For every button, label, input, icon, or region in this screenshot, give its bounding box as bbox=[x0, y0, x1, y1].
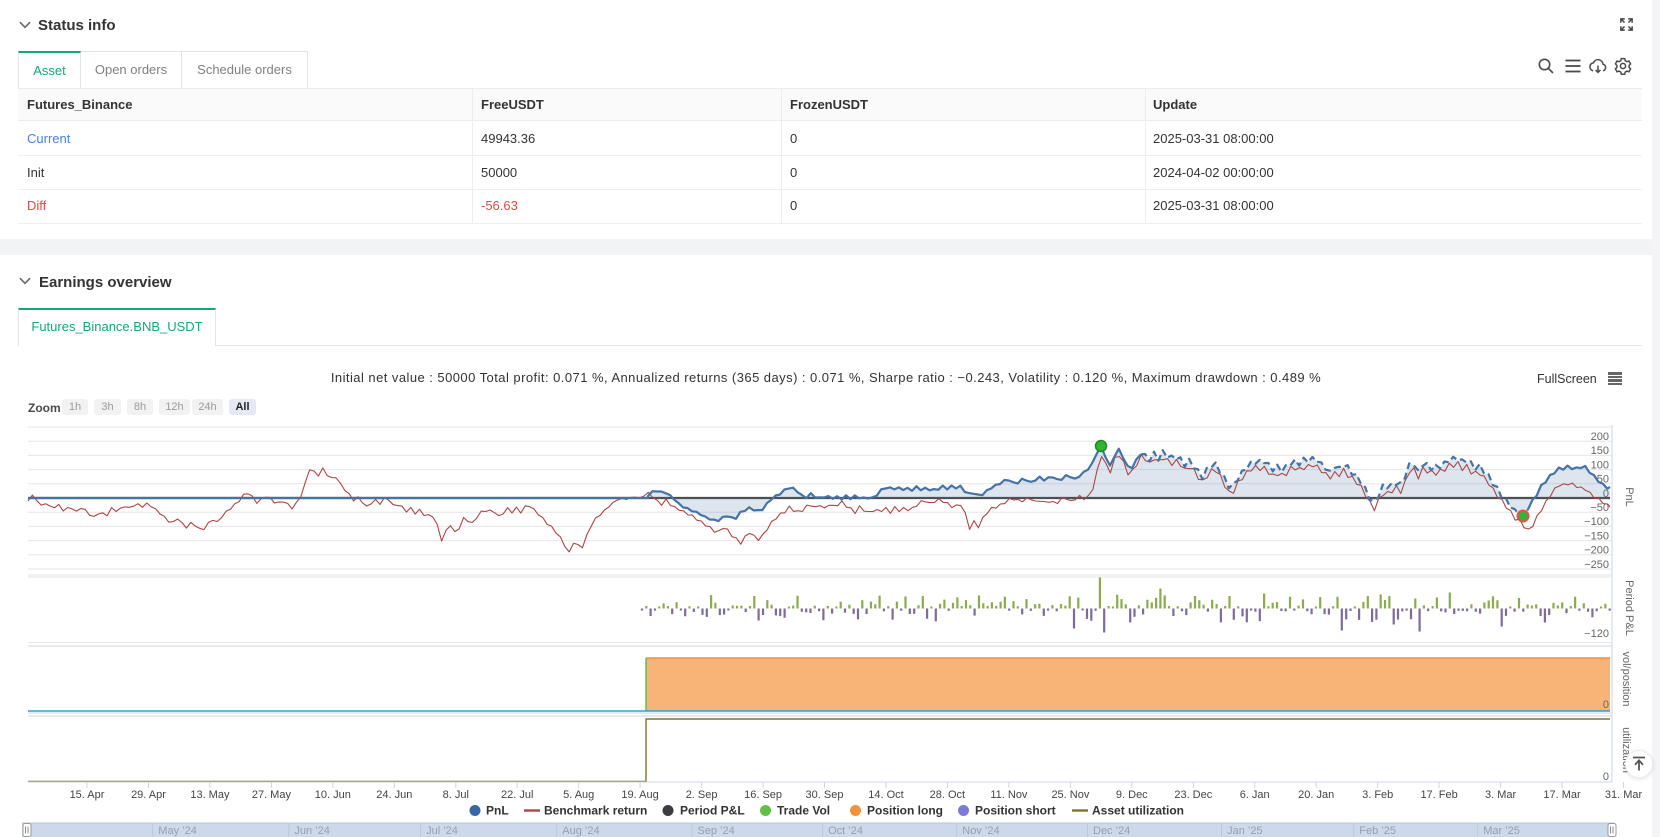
svg-text:Jul ’24: Jul ’24 bbox=[426, 825, 458, 837]
svg-text:−200: −200 bbox=[1584, 545, 1609, 557]
svg-text:5. Aug: 5. Aug bbox=[563, 789, 594, 801]
svg-text:24. Jun: 24. Jun bbox=[376, 789, 412, 801]
svg-text:20. Jan: 20. Jan bbox=[1298, 789, 1334, 801]
svg-text:17. Feb: 17. Feb bbox=[1420, 789, 1457, 801]
svg-text:28. Oct: 28. Oct bbox=[930, 789, 965, 801]
svg-text:14. Oct: 14. Oct bbox=[868, 789, 903, 801]
svg-text:Jan ’25: Jan ’25 bbox=[1227, 825, 1262, 837]
svg-text:3. Mar: 3. Mar bbox=[1485, 789, 1517, 801]
svg-text:Dec ’24: Dec ’24 bbox=[1093, 825, 1130, 837]
svg-text:Position short: Position short bbox=[975, 804, 1056, 818]
svg-text:Period P&L: Period P&L bbox=[680, 804, 745, 818]
svg-text:May ’24: May ’24 bbox=[158, 825, 197, 837]
svg-text:16. Sep: 16. Sep bbox=[744, 789, 782, 801]
svg-text:Mar ’25: Mar ’25 bbox=[1483, 825, 1520, 837]
svg-text:−250: −250 bbox=[1584, 559, 1609, 571]
svg-text:Asset utilization: Asset utilization bbox=[1092, 804, 1184, 818]
svg-text:3. Feb: 3. Feb bbox=[1362, 789, 1393, 801]
svg-text:2. Sep: 2. Sep bbox=[686, 789, 718, 801]
svg-text:0: 0 bbox=[1603, 771, 1609, 783]
svg-text:PnL: PnL bbox=[486, 804, 509, 818]
svg-text:Feb ’25: Feb ’25 bbox=[1359, 825, 1396, 837]
svg-text:100: 100 bbox=[1591, 459, 1609, 471]
svg-text:27. May: 27. May bbox=[252, 789, 292, 801]
svg-text:29. Apr: 29. Apr bbox=[131, 789, 166, 801]
svg-text:30. Sep: 30. Sep bbox=[806, 789, 844, 801]
svg-text:13. May: 13. May bbox=[190, 789, 230, 801]
svg-text:−100: −100 bbox=[1584, 516, 1609, 528]
svg-text:vol/position: vol/position bbox=[1620, 651, 1632, 706]
svg-text:8. Jul: 8. Jul bbox=[443, 789, 469, 801]
svg-text:Trade Vol: Trade Vol bbox=[777, 804, 830, 818]
svg-text:200: 200 bbox=[1591, 431, 1609, 443]
svg-text:6. Jan: 6. Jan bbox=[1240, 789, 1270, 801]
svg-text:17. Mar: 17. Mar bbox=[1543, 789, 1581, 801]
svg-text:Oct ’24: Oct ’24 bbox=[828, 825, 863, 837]
svg-text:25. Nov: 25. Nov bbox=[1051, 789, 1089, 801]
svg-text:19. Aug: 19. Aug bbox=[621, 789, 658, 801]
svg-text:Period P&L: Period P&L bbox=[1623, 580, 1635, 636]
svg-text:−150: −150 bbox=[1584, 530, 1609, 542]
svg-text:Nov ’24: Nov ’24 bbox=[962, 825, 999, 837]
svg-text:Sep ’24: Sep ’24 bbox=[697, 825, 734, 837]
svg-text:Jun ’24: Jun ’24 bbox=[294, 825, 329, 837]
svg-text:11. Nov: 11. Nov bbox=[990, 789, 1028, 801]
svg-text:9. Dec: 9. Dec bbox=[1116, 789, 1148, 801]
svg-text:15. Apr: 15. Apr bbox=[70, 789, 105, 801]
svg-text:Benchmark return: Benchmark return bbox=[544, 804, 647, 818]
svg-text:23. Dec: 23. Dec bbox=[1174, 789, 1212, 801]
svg-text:150: 150 bbox=[1591, 445, 1609, 457]
svg-text:10. Jun: 10. Jun bbox=[315, 789, 351, 801]
svg-text:0: 0 bbox=[1603, 699, 1609, 711]
svg-text:PnL: PnL bbox=[1623, 487, 1635, 507]
svg-text:Aug ’24: Aug ’24 bbox=[562, 825, 599, 837]
svg-text:Position long: Position long bbox=[867, 804, 943, 818]
svg-text:22. Jul: 22. Jul bbox=[501, 789, 533, 801]
svg-text:−120: −120 bbox=[1584, 628, 1609, 640]
svg-text:31. Mar: 31. Mar bbox=[1605, 789, 1643, 801]
